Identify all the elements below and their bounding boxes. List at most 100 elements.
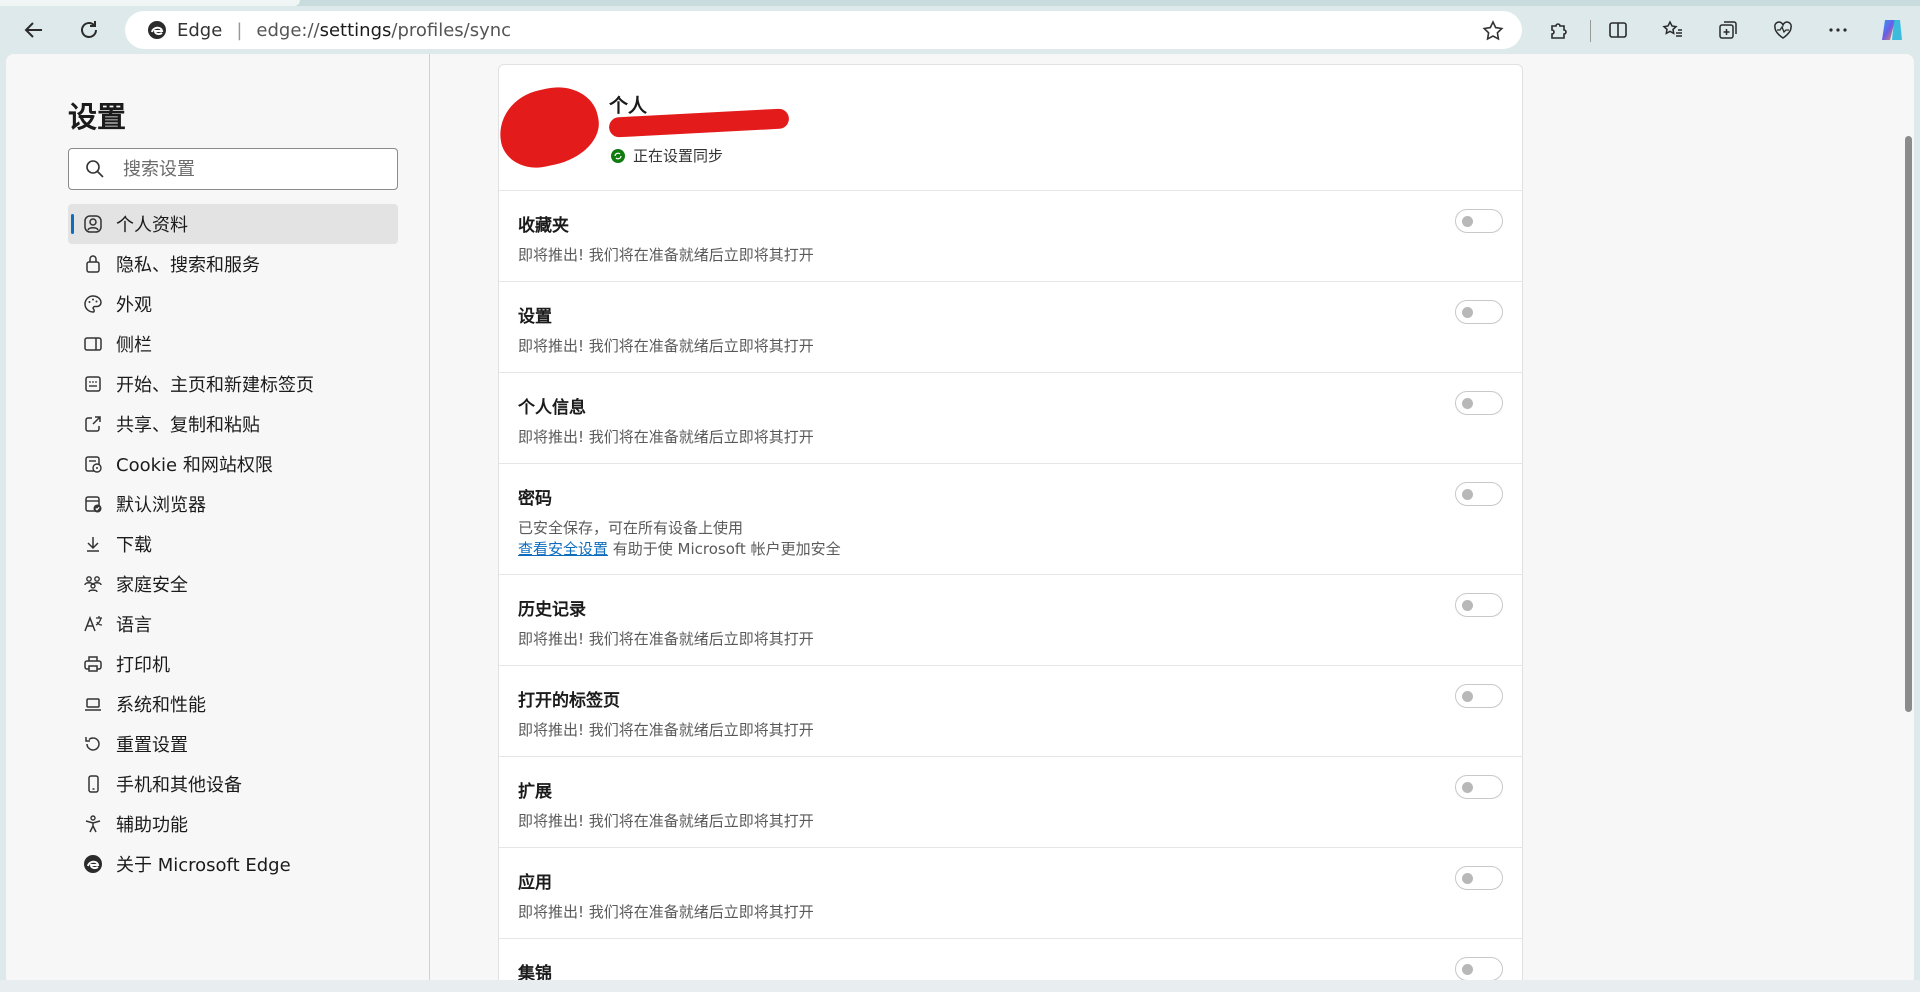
browser-toolbar: Edge | edge://settings/profiles/sync (0, 6, 1920, 54)
sync-row-passwords: 密码 已安全保存，可在所有设备上使用 查看安全设置 有助于使 Microsoft… (499, 464, 1522, 575)
sidebar-item-appearance[interactable]: 外观 (68, 284, 398, 324)
sidebar-item-label: 打印机 (116, 655, 170, 676)
profile-icon (82, 213, 104, 235)
sync-row-favorites: 收藏夹 即将推出! 我们将在准备就绪后立即将其打开 (499, 191, 1522, 282)
cookie-icon (82, 453, 104, 475)
sidebar-item-share-copy-paste[interactable]: 共享、复制和粘贴 (68, 404, 398, 444)
sidebar-item-about-edge[interactable]: 关于 Microsoft Edge (68, 844, 398, 884)
sidebar-item-reset[interactable]: 重置设置 (68, 724, 398, 764)
sidebar-item-languages[interactable]: 语言 (68, 604, 398, 644)
sync-row-open-tabs: 打开的标签页 即将推出! 我们将在准备就绪后立即将其打开 (499, 666, 1522, 757)
sidebar-item-phone[interactable]: 手机和其他设备 (68, 764, 398, 804)
address-url[interactable]: edge://settings/profiles/sync (256, 20, 511, 41)
browser-check-icon (82, 493, 104, 515)
sidebar-item-label: 个人资料 (116, 215, 188, 236)
language-icon (82, 613, 104, 635)
view-security-settings-link[interactable]: 查看安全设置 (518, 540, 608, 558)
edge-logo-icon (82, 853, 104, 875)
sync-row-title: 收藏夹 (518, 216, 569, 236)
more-menu-button[interactable] (1820, 12, 1856, 48)
search-box[interactable] (68, 148, 398, 190)
sync-status-icon (611, 148, 625, 163)
sidebar-item-profiles[interactable]: 个人资料 (68, 204, 398, 244)
sync-row-title: 应用 (518, 873, 552, 893)
sync-row-title: 密码 (518, 489, 552, 509)
copilot-button[interactable] (1874, 12, 1910, 48)
sync-row-apps: 应用 即将推出! 我们将在准备就绪后立即将其打开 (499, 848, 1522, 939)
download-icon (82, 533, 104, 555)
favorites-button[interactable] (1655, 12, 1691, 48)
sync-row-title: 扩展 (518, 782, 552, 802)
sync-row-personal-info: 个人信息 即将推出! 我们将在准备就绪后立即将其打开 (499, 373, 1522, 464)
sidebar-item-label: 家庭安全 (116, 575, 188, 596)
toggle-collections[interactable] (1455, 957, 1503, 980)
sidebar-item-cookies[interactable]: Cookie 和网站权限 (68, 444, 398, 484)
toggle-knob (1462, 489, 1473, 500)
toggle-knob (1462, 782, 1473, 793)
settings-page: 设置 个人资料 隐私、搜索和服务 外观 侧栏 (6, 54, 1914, 980)
sidebar-item-label: 隐私、搜索和服务 (116, 255, 260, 276)
page-scrollbar[interactable] (1904, 136, 1914, 712)
sidebar-item-accessibility[interactable]: 辅助功能 (68, 804, 398, 844)
search-icon (86, 160, 104, 178)
palette-icon (82, 293, 104, 315)
sidebar-item-label: 开始、主页和新建标签页 (116, 375, 314, 396)
toggle-passwords[interactable] (1455, 482, 1503, 506)
scrollbar-thumb[interactable] (1905, 136, 1912, 712)
accessibility-icon (82, 813, 104, 835)
profile-name: 个人 (609, 95, 648, 117)
toggle-knob (1462, 216, 1473, 227)
sync-row-desc: 即将推出! 我们将在准备就绪后立即将其打开 (518, 337, 814, 355)
toggle-knob (1462, 398, 1473, 409)
collections-button[interactable] (1710, 12, 1746, 48)
sidebar-item-printers[interactable]: 打印机 (68, 644, 398, 684)
sidebar-item-label: 外观 (116, 295, 152, 316)
back-button[interactable] (16, 12, 52, 48)
toggle-open-tabs[interactable] (1455, 684, 1503, 708)
window-bottom-edge (0, 980, 1920, 992)
sidebar-item-label: 系统和性能 (116, 695, 206, 716)
sidebar-item-family[interactable]: 家庭安全 (68, 564, 398, 604)
phone-icon (82, 773, 104, 795)
extensions-button[interactable] (1541, 12, 1577, 48)
sync-row-title: 历史记录 (518, 600, 586, 620)
sidebar-item-label: 默认浏览器 (116, 495, 206, 516)
avatar-redacted (492, 79, 606, 175)
sidebar-item-start-home[interactable]: 开始、主页和新建标签页 (68, 364, 398, 404)
sync-row-desc: 即将推出! 我们将在准备就绪后立即将其打开 (518, 721, 814, 739)
address-bar[interactable]: Edge | edge://settings/profiles/sync (125, 11, 1522, 49)
refresh-button[interactable] (71, 12, 107, 48)
sidebar-item-privacy[interactable]: 隐私、搜索和服务 (68, 244, 398, 284)
sync-row-settings: 设置 即将推出! 我们将在准备就绪后立即将其打开 (499, 282, 1522, 373)
profile-header: 个人 正在设置同步 (492, 65, 1522, 191)
sync-status: 正在设置同步 (611, 145, 723, 166)
sidebar-item-label: 侧栏 (116, 335, 152, 356)
sync-row-desc: 即将推出! 我们将在准备就绪后立即将其打开 (518, 246, 814, 264)
browser-essentials-button[interactable] (1765, 12, 1801, 48)
page-title: 设置 (68, 100, 127, 134)
toggle-apps[interactable] (1455, 866, 1503, 890)
sidebar-item-downloads[interactable]: 下载 (68, 524, 398, 564)
sync-row-title: 设置 (518, 307, 552, 327)
toggle-extensions[interactable] (1455, 775, 1503, 799)
edge-logo-icon (148, 21, 166, 39)
laptop-icon (82, 693, 104, 715)
search-input[interactable] (121, 157, 385, 181)
sync-row-desc: 已安全保存，可在所有设备上使用 (518, 519, 744, 537)
split-screen-button[interactable] (1600, 12, 1636, 48)
toggle-personal-info[interactable] (1455, 391, 1503, 415)
settings-nav: 个人资料 隐私、搜索和服务 外观 侧栏 开始、主页和新建标签页 共享、复制和粘贴 (68, 204, 398, 884)
toggle-history[interactable] (1455, 593, 1503, 617)
sidebar-item-default-browser[interactable]: 默认浏览器 (68, 484, 398, 524)
favorites-list-icon (1662, 20, 1682, 37)
sidebar-item-system[interactable]: 系统和性能 (68, 684, 398, 724)
sidebar-item-sidebar[interactable]: 侧栏 (68, 324, 398, 364)
favorite-star-icon[interactable] (1482, 20, 1504, 42)
toggle-favorites[interactable] (1455, 209, 1503, 233)
address-brand: Edge (177, 19, 223, 41)
share-icon (82, 413, 104, 435)
toggle-knob (1462, 307, 1473, 318)
sync-row-desc-secondary: 查看安全设置 有助于使 Microsoft 帐户更加安全 (518, 540, 841, 558)
home-grid-icon (82, 373, 104, 395)
toggle-settings[interactable] (1455, 300, 1503, 324)
